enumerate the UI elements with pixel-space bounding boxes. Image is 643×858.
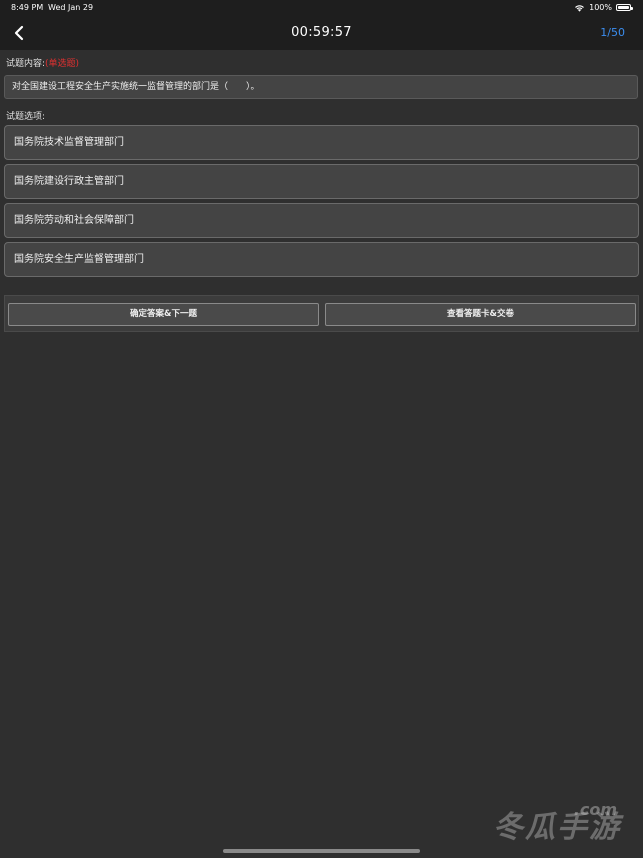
navigation-bar: 00:59:57 1/50: [0, 16, 643, 50]
battery-percent: 100%: [589, 3, 612, 12]
answer-card-submit-button[interactable]: 查看答题卡&交卷: [325, 303, 636, 326]
confirm-next-button[interactable]: 确定答案&下一题: [8, 303, 319, 326]
action-panel: 确定答案&下一题 查看答题卡&交卷: [4, 295, 639, 332]
watermark-logo: .com 冬瓜手游: [471, 800, 621, 846]
option-3[interactable]: 国务院劳动和社会保障部门: [4, 203, 639, 238]
watermark-text: 冬瓜手游: [493, 810, 621, 845]
question-type-badge: (单选题): [45, 59, 80, 69]
battery-icon: [616, 4, 633, 11]
question-label-text: 试题内容:: [6, 59, 46, 69]
status-indicators: 100%: [574, 3, 633, 12]
status-bar: 8:49 PM Wed Jan 29 100%: [0, 0, 643, 16]
question-progress[interactable]: 1/50: [600, 26, 625, 39]
option-2[interactable]: 国务院建设行政主管部门: [4, 164, 639, 199]
wifi-icon: [574, 4, 585, 12]
status-time: 8:49 PM: [11, 3, 44, 12]
option-4[interactable]: 国务院安全生产监督管理部门: [4, 242, 639, 277]
app-screen: 8:49 PM Wed Jan 29 100% 00:59:57 1/50 试题…: [0, 0, 643, 858]
countdown-timer: 00:59:57: [291, 25, 352, 40]
question-text: 对全国建设工程安全生产实施统一监督管理的部门是（ ）。: [4, 75, 638, 99]
option-1[interactable]: 国务院技术监督管理部门: [4, 125, 639, 160]
status-date: Wed Jan 29: [48, 3, 94, 12]
question-label: 试题内容:(单选题): [6, 56, 79, 69]
options-label: 试题选项:: [6, 112, 46, 122]
home-indicator[interactable]: [223, 849, 420, 853]
